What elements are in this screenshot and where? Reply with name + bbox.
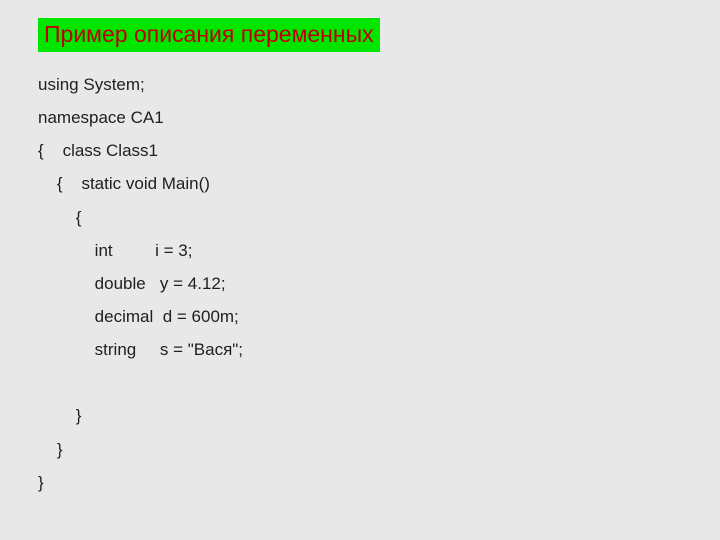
code-block: using System; namespace CA1 { class Clas… xyxy=(38,68,720,499)
code-line: { class Class1 xyxy=(38,134,720,167)
slide-title: Пример описания переменных xyxy=(38,18,380,52)
code-line: decimal d = 600m; xyxy=(38,300,720,333)
code-line: { static void Main() xyxy=(38,167,720,200)
code-line: } xyxy=(38,433,720,466)
code-line: string s = "Вася"; xyxy=(38,333,720,366)
code-line: namespace CA1 xyxy=(38,101,720,134)
code-line: { xyxy=(38,201,720,234)
code-line: using System; xyxy=(38,68,720,101)
code-line: double y = 4.12; xyxy=(38,267,720,300)
code-line-blank xyxy=(38,366,720,399)
code-line: int i = 3; xyxy=(38,234,720,267)
code-line: } xyxy=(38,466,720,499)
code-line: } xyxy=(38,399,720,432)
